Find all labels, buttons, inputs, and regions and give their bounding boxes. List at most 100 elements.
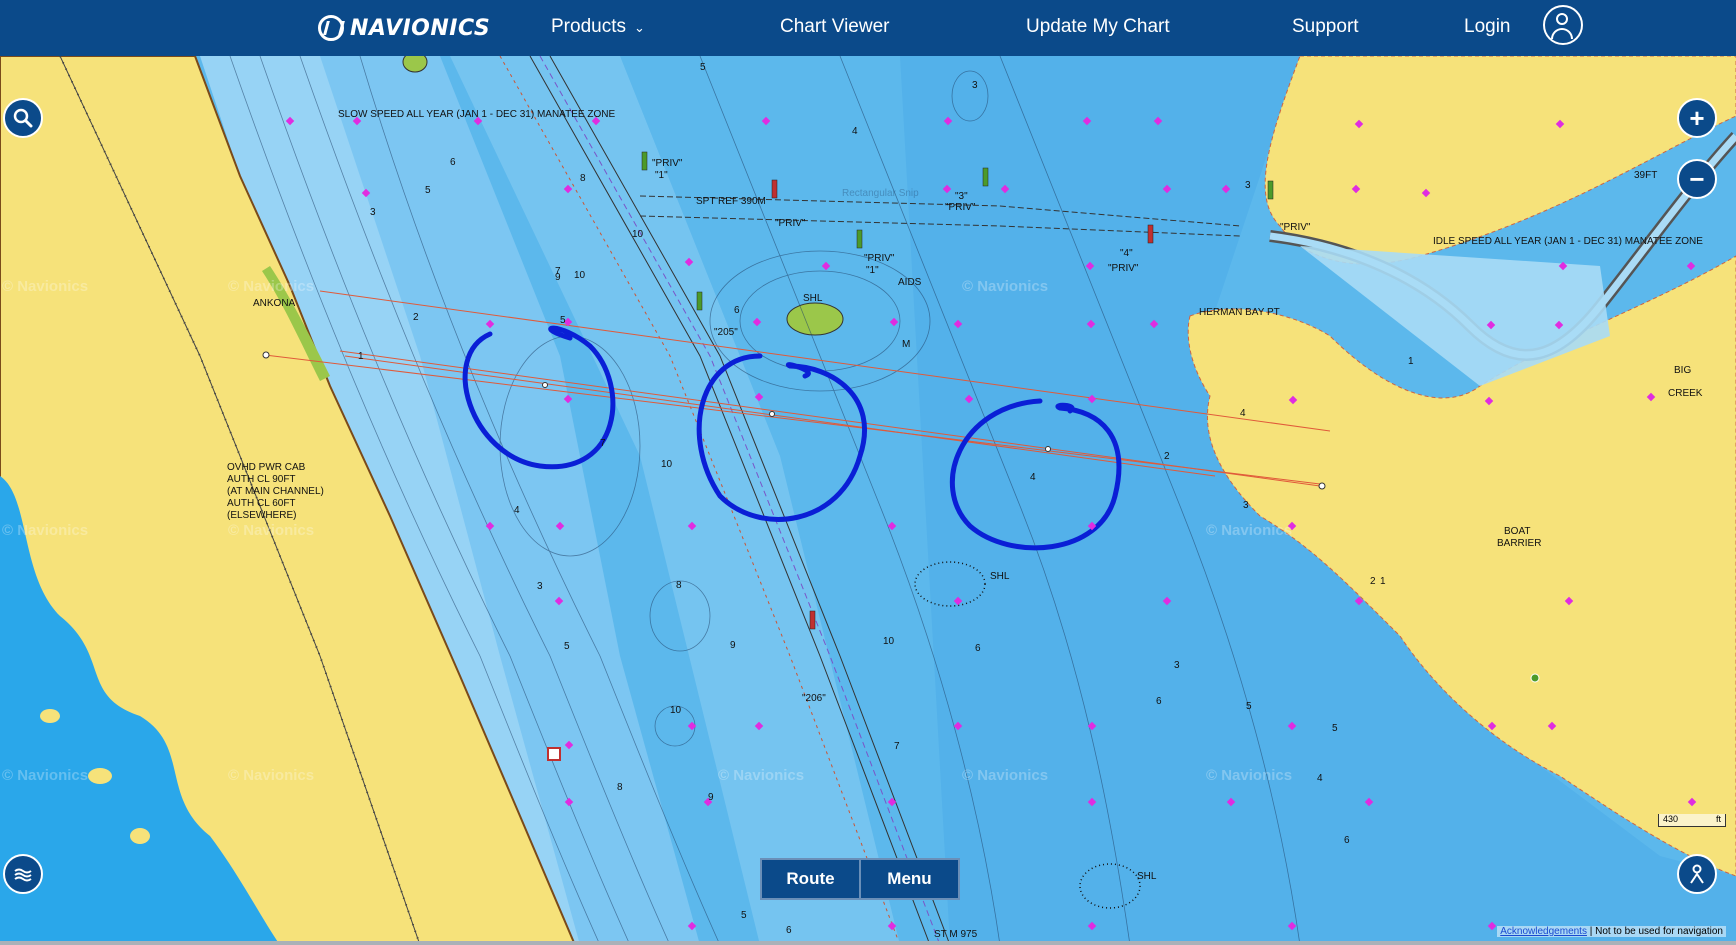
nav-support[interactable]: Support bbox=[1292, 12, 1359, 42]
watermark: © Navionics bbox=[2, 767, 89, 784]
green-channel-marker bbox=[1267, 180, 1274, 200]
cable-point bbox=[769, 411, 775, 417]
snip-overlay-text: Rectangular Snip bbox=[842, 188, 919, 199]
navionics-logo[interactable]: NAVIONICS bbox=[318, 8, 490, 48]
top-navigation-bar: NAVIONICS Products ⌄ Chart Viewer Update … bbox=[0, 0, 1736, 56]
depth-sounding: 6 bbox=[786, 925, 792, 936]
marker-label: "206" bbox=[802, 693, 826, 704]
place-label-boat: BOAT bbox=[1504, 526, 1531, 537]
depth-sounding: 2 bbox=[413, 312, 419, 323]
depth-sounding: 5 bbox=[560, 315, 566, 326]
depth-sounding: 6 bbox=[450, 157, 456, 168]
nav-chart-viewer[interactable]: Chart Viewer bbox=[780, 12, 889, 42]
depth-sounding: 6 bbox=[1344, 835, 1350, 846]
watermark: © Navionics bbox=[2, 522, 89, 539]
depth-sounding: 5 bbox=[425, 185, 431, 196]
clearance-label: 39FT bbox=[1634, 170, 1658, 181]
route-button[interactable]: Route bbox=[762, 860, 859, 898]
user-account-icon[interactable] bbox=[1543, 5, 1583, 45]
marker-label: "205" bbox=[714, 327, 738, 338]
brand-name: NAVIONICS bbox=[350, 15, 491, 41]
shoal-label: SHL bbox=[990, 571, 1010, 582]
depth-sounding: 2 bbox=[1164, 451, 1170, 462]
depth-sounding: 10 bbox=[670, 705, 682, 716]
cable-note-line: AUTH CL 90FT bbox=[227, 474, 296, 485]
depth-sounding: 7 bbox=[894, 741, 900, 752]
shoal-label: SHL bbox=[803, 293, 823, 304]
cable-note-line: AUTH CL 60FT bbox=[227, 498, 296, 509]
green-light-marker bbox=[1530, 673, 1540, 683]
depth-sounding: 10 bbox=[883, 636, 895, 647]
marker-label: "PRIV" bbox=[652, 158, 683, 169]
cable-note-line: OVHD PWR CAB bbox=[227, 462, 306, 473]
red-channel-marker bbox=[771, 179, 778, 199]
green-islet bbox=[402, 56, 428, 73]
depth-sounding: 6 bbox=[734, 305, 740, 316]
place-label-ankona: ANKONA bbox=[253, 298, 296, 309]
watermark: © Navionics bbox=[228, 278, 315, 295]
marker-label: "3" bbox=[955, 191, 968, 202]
watermark: © Navionics bbox=[228, 522, 315, 539]
search-icon[interactable] bbox=[3, 98, 43, 138]
depth-sounding: 9 bbox=[555, 272, 561, 283]
manatee-zone-label: IDLE SPEED ALL YEAR (JAN 1 - DEC 31) MAN… bbox=[1433, 236, 1703, 247]
cable-note-line: (ELSEWHERE) bbox=[227, 510, 297, 521]
depth-sounding: 6 bbox=[1156, 696, 1162, 707]
marker-label: ST M 975 bbox=[934, 929, 978, 940]
depth-sounding: 3 bbox=[1245, 180, 1251, 191]
depth-sounding: 4 bbox=[852, 126, 858, 137]
marker-label: "4" bbox=[1120, 248, 1133, 259]
map-footer: Acknowledgements | Not to be used for na… bbox=[1497, 926, 1726, 937]
depth-sounding: 5 bbox=[1246, 701, 1252, 712]
nav-update-my-chart[interactable]: Update My Chart bbox=[1026, 12, 1170, 42]
depth-sounding: 5 bbox=[564, 641, 570, 652]
sector-ref-label: SPT REF 390M bbox=[696, 196, 766, 207]
zoom-in-icon[interactable]: + bbox=[1677, 98, 1717, 138]
nav-products[interactable]: Products ⌄ bbox=[551, 12, 645, 42]
depth-sounding: 3 bbox=[972, 80, 978, 91]
layers-icon[interactable] bbox=[3, 854, 43, 894]
depth-sounding: 5 bbox=[1332, 723, 1338, 734]
user-location-icon[interactable] bbox=[1677, 854, 1717, 894]
zoom-out-icon[interactable]: − bbox=[1677, 159, 1717, 199]
green-channel-marker bbox=[982, 167, 989, 187]
nav-products-label: Products bbox=[551, 16, 626, 37]
marker-label: "PRIV" bbox=[1108, 263, 1139, 274]
green-channel-marker bbox=[641, 151, 648, 171]
marker-label: "PRIV" bbox=[945, 202, 976, 213]
cable-point bbox=[542, 382, 548, 388]
depth-sounding: 4 bbox=[1240, 408, 1246, 419]
depth-sounding: 8 bbox=[617, 782, 623, 793]
lagoon-island bbox=[88, 768, 112, 784]
depth-sounding: 8 bbox=[676, 580, 682, 591]
green-channel-marker bbox=[856, 229, 863, 249]
map-letter-label: M bbox=[902, 339, 911, 350]
depth-sounding: 1 bbox=[1408, 356, 1414, 367]
depth-sounding: 4 bbox=[514, 505, 520, 516]
depth-sounding: 4 bbox=[1317, 773, 1323, 784]
watermark: © Navionics bbox=[962, 278, 1049, 295]
scale-unit: ft bbox=[1715, 814, 1721, 824]
depth-sounding: 3 bbox=[1174, 660, 1180, 671]
chevron-down-icon: ⌄ bbox=[633, 20, 645, 35]
depth-sounding: 3 bbox=[1243, 500, 1249, 511]
watermark: © Navionics bbox=[1206, 767, 1293, 784]
map-action-bar: Route Menu bbox=[760, 858, 960, 900]
watermark: © Navionics bbox=[1206, 522, 1293, 539]
place-label-barrier: BARRIER bbox=[1497, 538, 1542, 549]
watermark: © Navionics bbox=[2, 278, 89, 295]
depth-sounding: 10 bbox=[661, 459, 673, 470]
scale-value: 430 bbox=[1663, 814, 1679, 824]
depth-sounding: 6 bbox=[975, 643, 981, 654]
watermark: © Navionics bbox=[962, 767, 1049, 784]
lagoon-island bbox=[40, 709, 60, 723]
menu-button[interactable]: Menu bbox=[859, 860, 958, 898]
place-label-big: BIG bbox=[1674, 365, 1692, 376]
acknowledgements-link[interactable]: Acknowledgements bbox=[1500, 926, 1587, 937]
red-channel-marker bbox=[1147, 224, 1154, 244]
place-label-herman-bay: HERMAN BAY PT bbox=[1199, 307, 1280, 318]
lagoon-island bbox=[130, 828, 150, 844]
cable-endpoint bbox=[1318, 482, 1326, 490]
nav-login[interactable]: Login bbox=[1464, 12, 1511, 42]
depth-sounding: 9 bbox=[730, 640, 736, 651]
